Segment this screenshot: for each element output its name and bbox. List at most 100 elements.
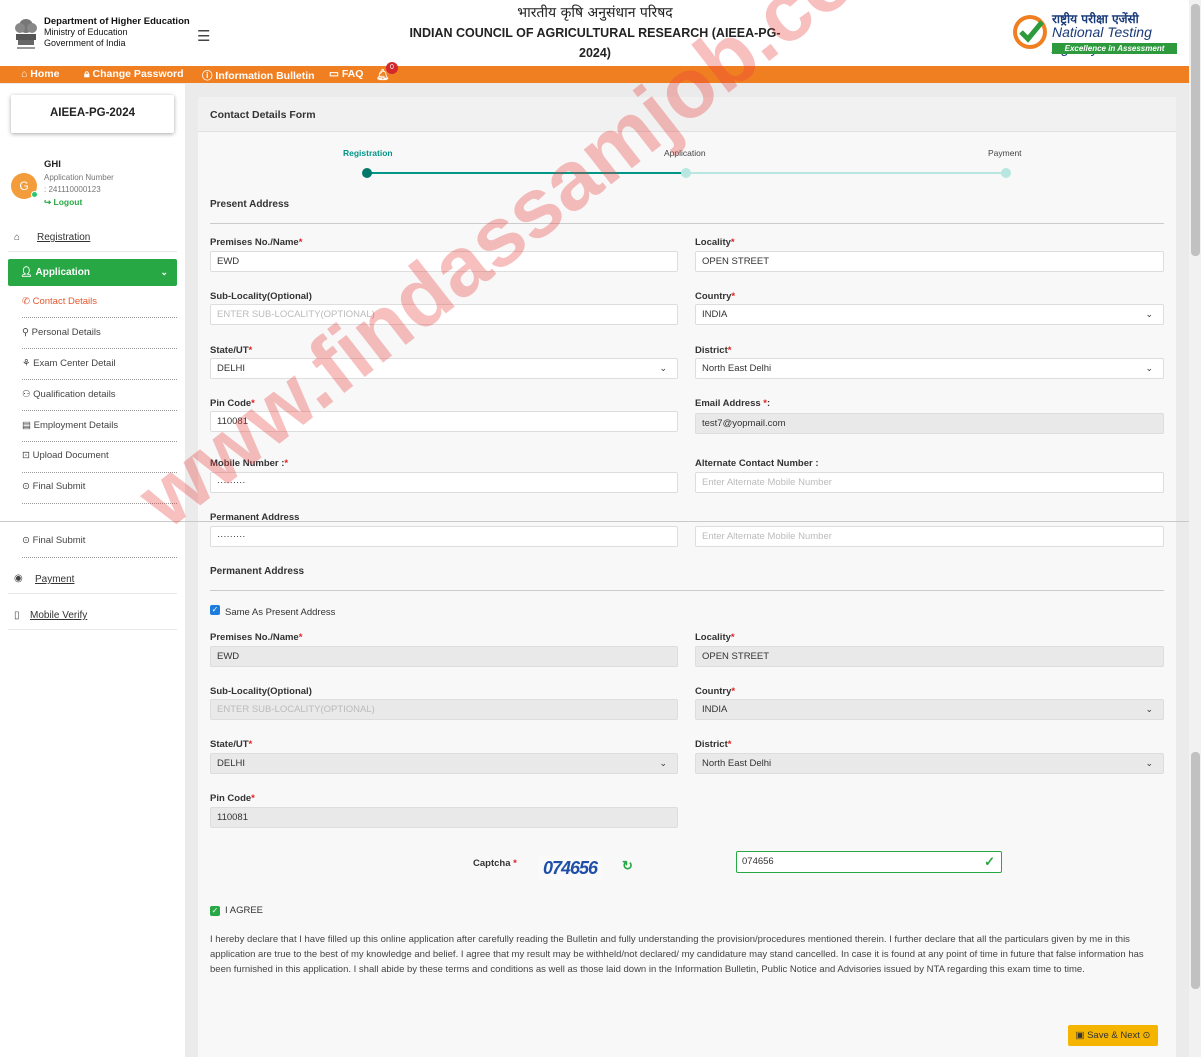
sidebar-subitem-final-submit-duplicate[interactable]: ⊙ Final Submit: [22, 535, 177, 546]
pin-code-input[interactable]: 110081: [210, 411, 678, 432]
scrollbar-thumb-top[interactable]: [1191, 4, 1200, 256]
state-label: State/UT*: [210, 345, 253, 356]
info-icon: ⓘ: [202, 70, 213, 82]
sidebar-item-application[interactable]: 👤︎ Application ⌄: [8, 259, 177, 286]
chevron-down-icon: ⌄: [1145, 758, 1153, 768]
perm-premises-label: Premises No./Name*: [210, 632, 303, 643]
state-select[interactable]: DELHI ⌄: [210, 358, 678, 379]
alternate-contact-input[interactable]: Enter Alternate Mobile Number: [695, 472, 1164, 493]
perm-pin-code-input[interactable]: 110081: [210, 807, 678, 828]
district-select[interactable]: North East Delhi ⌄: [695, 358, 1164, 379]
sidebar-item-payment[interactable]: Payment: [35, 574, 74, 585]
perm-district-value: North East Delhi: [702, 758, 772, 769]
agree-label: I AGREE: [225, 905, 264, 916]
refresh-icon[interactable]: ↻: [622, 858, 633, 874]
perm-district-select[interactable]: North East Delhi ⌄: [695, 753, 1164, 774]
permanent-address-title-partial: Permanent Address: [210, 512, 300, 523]
add-user-icon: 👤︎: [20, 267, 33, 278]
divider: [22, 410, 177, 411]
sidebar-subitem-upload-document[interactable]: ⊡ Upload Document: [22, 450, 177, 461]
perm-country-value: INDIA: [702, 704, 728, 715]
registration-icon: ⌂: [14, 232, 21, 243]
step-dot-payment: [1001, 168, 1011, 178]
exam-title: AIEEA-PG-2024: [11, 95, 174, 133]
sub-locality-label: Sub-Locality(Optional): [210, 291, 312, 302]
country-label: Country*: [695, 291, 736, 302]
perm-premises-input[interactable]: EWD: [210, 646, 678, 667]
nav-change-password[interactable]: 🔒︎ Change Password: [84, 68, 184, 81]
locality-input[interactable]: OPEN STREET: [695, 251, 1164, 272]
sidebar-subitem-employment[interactable]: ▤ Employment Details: [22, 420, 177, 431]
chat-icon: ▭: [329, 68, 339, 80]
mobile-input-duplicate[interactable]: ·········: [210, 526, 678, 547]
subitem-label: Final Submit: [32, 535, 86, 546]
captcha-input[interactable]: 074656 ✓: [736, 851, 1002, 873]
perm-sub-locality-input[interactable]: ENTER SUB-LOCALITY(OPTIONAL): [210, 699, 678, 720]
captcha-label: Captcha *: [473, 858, 517, 869]
sidebar-item-application-label: Application: [35, 267, 90, 278]
form-title: Contact Details Form: [210, 109, 316, 121]
title-line-2: 2024): [579, 46, 611, 60]
permanent-address-title: Permanent Address: [210, 566, 305, 577]
hamburger-menu-icon[interactable]: ☰: [197, 27, 210, 45]
nta-tagline: Excellence in Assessment: [1052, 43, 1177, 54]
check-circle-icon: ⊙: [22, 481, 30, 492]
sidebar-item-mobile-verify[interactable]: Mobile Verify: [30, 610, 87, 621]
step-progress-pending: [686, 172, 1006, 174]
email-input[interactable]: test7@yopmail.com: [695, 413, 1164, 434]
phone-icon: ✆: [22, 296, 30, 307]
same-as-present-label: Same As Present Address: [225, 607, 336, 618]
application-number-label: Application Number: [44, 173, 114, 182]
notification-badge: 0: [386, 62, 398, 74]
save-next-button[interactable]: ▣ Save & Next ⊙: [1068, 1025, 1158, 1046]
sub-locality-input[interactable]: ENTER SUB-LOCALITY(OPTIONAL): [210, 304, 678, 325]
sidebar-subitem-qualification[interactable]: ⚇ Qualification details: [22, 389, 177, 400]
sidebar-subitem-personal-details[interactable]: ⚲ Personal Details: [22, 327, 177, 338]
nav-information-bulletin-label: Information Bulletin: [215, 70, 315, 82]
perm-country-select[interactable]: INDIA ⌄: [695, 699, 1164, 720]
premises-label: Premises No./Name*: [210, 237, 303, 248]
subitem-label: Contact Details: [32, 296, 98, 307]
alternate-contact-label: Alternate Contact Number :: [695, 458, 819, 469]
logout-link[interactable]: ↪ Logout: [44, 197, 82, 208]
agree-checkbox[interactable]: ✓: [210, 906, 220, 916]
sidebar-subitem-final-submit[interactable]: ⊙ Final Submit: [22, 481, 177, 492]
district-value: North East Delhi: [702, 363, 772, 374]
perm-state-select[interactable]: DELHI ⌄: [210, 753, 678, 774]
mobile-icon: ▯: [14, 610, 20, 621]
online-status-dot: [31, 191, 38, 198]
same-as-present-checkbox[interactable]: ✓: [210, 605, 220, 615]
scrollbar-thumb-bottom[interactable]: [1191, 752, 1200, 989]
sidebar-item-registration[interactable]: Registration: [37, 232, 90, 243]
perm-state-label: State/UT*: [210, 739, 253, 750]
alternate-contact-input-duplicate[interactable]: Enter Alternate Mobile Number: [695, 526, 1164, 547]
sidebar-subitem-contact-details[interactable]: ✆ Contact Details: [22, 296, 177, 307]
locality-label: Locality*: [695, 237, 735, 248]
country-select[interactable]: INDIA ⌄: [695, 304, 1164, 325]
logout-icon: ↪: [44, 197, 52, 207]
user-name: GHI: [44, 159, 61, 170]
arrow-circle-icon: ⊙: [1142, 1030, 1151, 1041]
chevron-down-icon: ⌄: [659, 363, 667, 373]
perm-locality-input[interactable]: OPEN STREET: [695, 646, 1164, 667]
national-emblem-icon: [15, 19, 37, 49]
perm-country-label: Country*: [695, 686, 736, 697]
department-info: Department of Higher Education Ministry …: [44, 16, 190, 49]
step-progress-done: [368, 172, 686, 174]
sidebar-subitem-exam-center[interactable]: ⚘ Exam Center Detail: [22, 358, 177, 369]
mobile-input[interactable]: ·········: [210, 472, 678, 493]
divider: [22, 441, 177, 442]
title-line-1: INDIAN COUNCIL OF AGRICULTURAL RESEARCH …: [409, 26, 781, 40]
subitem-label: Final Submit: [32, 481, 86, 492]
home-icon: ⌂: [21, 68, 28, 80]
step-dot-application: [681, 168, 691, 178]
nav-home[interactable]: ⌂ Home: [21, 68, 59, 80]
nav-faq[interactable]: ▭ FAQ: [329, 68, 363, 80]
premises-input[interactable]: EWD: [210, 251, 678, 272]
district-label: District*: [695, 345, 732, 356]
check-circle-icon: ⊙: [22, 535, 30, 546]
nta-logo: राष्ट्रीय परीक्षा एजेंसी National Testin…: [1012, 10, 1178, 56]
mobile-label: Mobile Number :*: [210, 458, 289, 469]
nav-information-bulletin[interactable]: ⓘ Information Bulletin: [202, 68, 315, 83]
step-payment: Payment: [988, 148, 1022, 158]
